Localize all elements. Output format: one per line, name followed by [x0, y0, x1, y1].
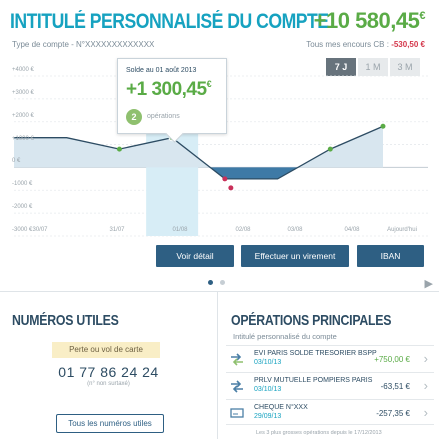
x-tick-label: Aujourd'hui — [387, 227, 417, 233]
operation-label: PRLV MUTUELLE POMPIERS PARIS — [254, 377, 373, 384]
operation-date: 03/10/13 — [254, 386, 282, 393]
balance-currency: € — [419, 10, 425, 22]
y-tick-label: -1000 € — [12, 181, 33, 188]
card-outstanding-label: Tous mes encours CB : — [306, 40, 389, 49]
view-detail-button[interactable]: Voir détail — [156, 245, 234, 267]
tooltip-amount-value: +1 300,45 — [126, 79, 207, 100]
useful-numbers-title: NUMÉROS UTILES — [12, 312, 119, 329]
data-point — [327, 146, 333, 152]
operation-label: EVI PARIS SOLDE TRESORIER BSPP — [254, 350, 377, 357]
y-tick-label: +4000 € — [12, 67, 34, 73]
y-tick-label: -2000 € — [12, 204, 33, 211]
x-tick-label: 30/07 — [32, 227, 48, 233]
card-outstanding: Tous mes encours CB : -530,50 € — [306, 40, 425, 49]
column-divider — [217, 291, 218, 439]
operation-amount: -257,35 € — [376, 409, 410, 418]
make-transfer-button[interactable]: Effectuer un virement — [241, 245, 349, 267]
all-numbers-button[interactable]: Tous les numéros utiles — [56, 414, 164, 433]
operations-footer: Les 3 plus grosses opérations depuis le … — [256, 430, 382, 436]
operation-date: 03/10/13 — [254, 359, 282, 366]
operation-row[interactable]: PRLV MUTUELLE POMPIERS PARIS 03/10/13 -6… — [226, 372, 434, 398]
iban-button[interactable]: IBAN — [357, 245, 424, 267]
phone-number[interactable]: 01 77 86 24 24 — [0, 364, 217, 380]
main-operations-title: OPÉRATIONS PRINCIPALES — [231, 312, 392, 329]
transfer-in-icon — [231, 353, 243, 366]
balance-value: +10 580,45 — [313, 8, 420, 33]
cheque-icon — [230, 408, 244, 418]
y-tick-label: +1000 € — [12, 135, 34, 142]
data-point — [116, 146, 122, 152]
operation-date: 29/09/13 — [254, 413, 282, 420]
x-tick-label: 31/07 — [109, 227, 125, 233]
lost-card-label: Perte ou vol de carte — [52, 342, 160, 358]
section-divider — [0, 291, 439, 292]
pager-dot-2[interactable] — [220, 280, 225, 285]
data-point — [380, 123, 386, 129]
transfer-out-icon — [231, 380, 243, 393]
next-arrow-icon[interactable]: ▶ — [425, 277, 433, 290]
operation-amount: -63,51 € — [380, 382, 410, 391]
pager-dot-1[interactable] — [208, 280, 213, 285]
operation-amount: +750,00 € — [374, 355, 410, 364]
chevron-right-icon: › — [423, 351, 428, 366]
account-balance: +10 580,45€ — [313, 8, 426, 34]
phone-note: (n° non surtaxé) — [87, 381, 130, 387]
operations-count-label: opérations — [147, 113, 180, 120]
chevron-right-icon: › — [423, 378, 428, 393]
card-outstanding-value: -530,50 € — [391, 40, 425, 49]
data-point — [228, 185, 234, 191]
x-tick-label: 03/08 — [287, 227, 303, 233]
tooltip-amount: +1 300,45€ — [126, 79, 212, 101]
tooltip-currency: € — [206, 79, 212, 89]
chevron-right-icon: › — [423, 405, 428, 420]
operations-count-badge[interactable]: 2 — [126, 109, 142, 125]
account-subtitle: Type de compte - N°XXXXXXXXXXXXX — [12, 40, 155, 49]
account-title: INTITULÉ PERSONNALISÉ DU COMPTE — [10, 10, 329, 33]
y-tick-label: +2000 € — [12, 112, 34, 119]
x-tick-label: 02/08 — [235, 227, 251, 233]
operation-row[interactable]: EVI PARIS SOLDE TRESORIER BSPP 03/10/13 … — [226, 345, 434, 371]
y-tick-label: 0 € — [12, 158, 21, 165]
operations-subtitle: Intitulé personnalisé du compte — [233, 332, 337, 341]
operation-row[interactable]: CHEQUE N°XXX 29/09/13 -257,35 € › — [226, 399, 434, 425]
data-point — [222, 176, 228, 182]
balance-tooltip: Solde au 01 août 2013 +1 300,45€ 2 opéra… — [117, 58, 227, 134]
operation-label: CHEQUE N°XXX — [254, 404, 308, 411]
tooltip-date-label: Solde au 01 août 2013 — [126, 67, 197, 74]
x-tick-label: 01/08 — [172, 227, 188, 233]
y-tick-label: +3000 € — [12, 89, 34, 96]
x-tick-label: 04/08 — [344, 227, 360, 233]
